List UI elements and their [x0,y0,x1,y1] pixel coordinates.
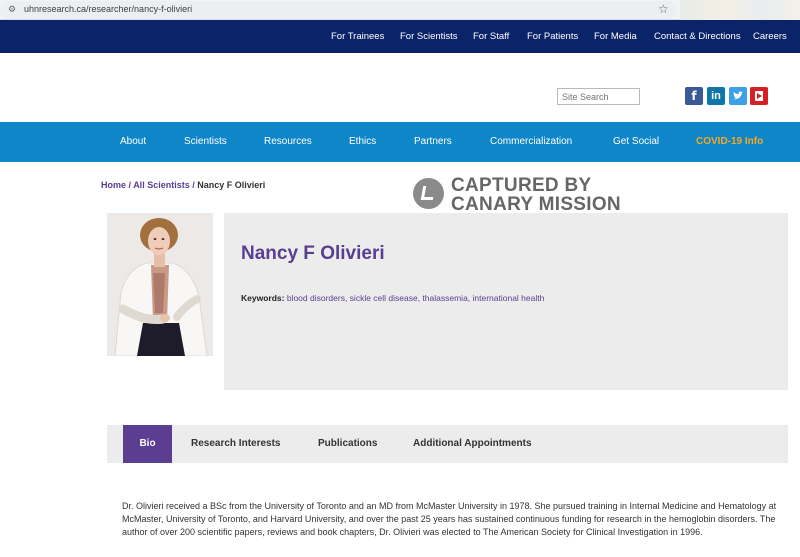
bookmark-star-icon[interactable]: ☆ [658,2,669,16]
keywords-label: Keywords: [241,293,285,303]
keywords-links[interactable]: blood disorders, sickle cell disease, th… [287,293,545,303]
tab-publications[interactable]: Publications [318,425,377,463]
tab-additional-appointments[interactable]: Additional Appointments [413,425,532,463]
mainnav-item-commercialization[interactable]: Commercialization [490,136,572,147]
mainnav-item-get-social[interactable]: Get Social [613,136,659,147]
mainnav-item-about[interactable]: About [120,136,146,147]
tab-research-interests[interactable]: Research Interests [191,425,281,463]
bio-text: Dr. Olivieri received a BSc from the Uni… [122,501,777,537]
mainnav-item-scientists[interactable]: Scientists [184,136,227,147]
breadcrumb-all-scientists-link[interactable]: All Scientists [133,180,190,190]
canary-logo-icon [413,178,444,209]
topnav-item-patients[interactable]: For Patients [527,31,578,42]
mainnav-item-partners[interactable]: Partners [414,136,452,147]
topnav-item-trainees[interactable]: For Trainees [331,31,384,42]
topnav-item-careers[interactable]: Careers [753,31,787,42]
mainnav-item-resources[interactable]: Resources [264,136,312,147]
profile-photo [107,213,213,356]
topnav-item-scientists[interactable]: For Scientists [400,31,458,42]
breadcrumb-current: Nancy F Olivieri [197,180,266,190]
youtube-play-triangle [757,93,762,99]
breadcrumb-home-link[interactable]: Home [101,180,126,190]
topnav-item-media[interactable]: For Media [594,31,637,42]
url-text[interactable]: uhnresearch.ca/researcher/nancy-f-olivie… [24,4,192,14]
mainnav-item-ethics[interactable]: Ethics [349,136,376,147]
main-navigation: About Scientists Resources Ethics Partne… [0,122,800,162]
blurred-extension-area [680,0,800,20]
twitter-icon[interactable] [729,87,747,105]
topnav-item-staff[interactable]: For Staff [473,31,509,42]
watermark-line-1: CAPTURED BY [451,175,592,196]
watermark-line-2: CANARY MISSION [451,194,621,215]
facebook-icon[interactable]: f [685,87,703,105]
youtube-icon[interactable] [750,87,768,105]
top-navigation: For Trainees For Scientists For Staff Fo… [0,20,800,53]
browser-address-bar: ⚙ uhnresearch.ca/researcher/nancy-f-oliv… [0,0,800,20]
topnav-item-contact[interactable]: Contact & Directions [654,31,741,42]
site-settings-icon[interactable]: ⚙ [8,4,18,14]
profile-tabs: Bio Research Interests Publications Addi… [107,425,788,463]
url-field[interactable]: ⚙ uhnresearch.ca/researcher/nancy-f-oliv… [0,1,677,19]
researcher-name: Nancy F Olivieri [241,243,385,264]
linkedin-icon[interactable]: in [707,87,725,105]
site-search-input[interactable] [557,88,640,105]
keywords-row: Keywords: blood disorders, sickle cell d… [241,293,544,303]
mainnav-item-covid-info[interactable]: COVID-19 Info [696,136,763,147]
tab-bio[interactable]: Bio [123,425,172,463]
breadcrumb: Home / All Scientists / Nancy F Olivieri [101,180,265,190]
